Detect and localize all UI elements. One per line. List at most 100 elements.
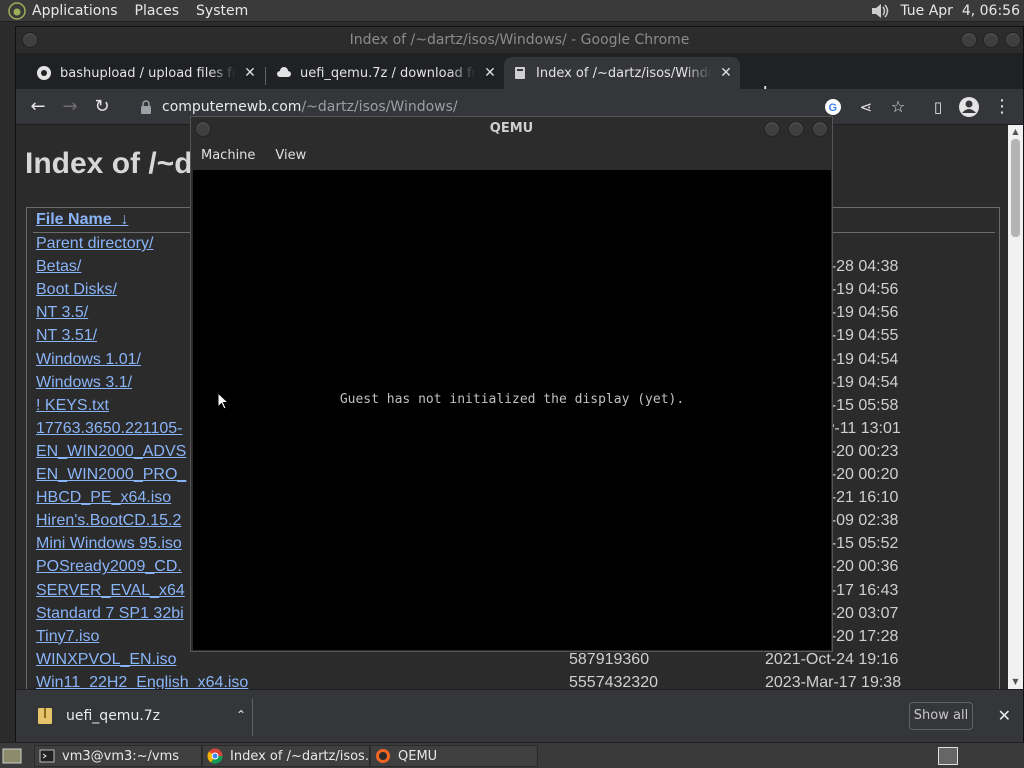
file-link[interactable]: EN_WIN2000_PRO_ [36,466,186,484]
bottom-taskbar: vm3@vm3:~/vms Index of /~dartz/isos... Q… [0,742,1024,768]
file-size: 5557432320 [569,673,658,689]
gnome-foot-icon[interactable] [8,1,26,20]
minimize-button[interactable] [961,32,977,48]
tab-title: bashupload / upload files from [60,65,236,81]
terminal-icon [39,749,55,763]
download-item[interactable]: uefi_qemu.7z ⌃ [24,696,252,736]
taskbar-item-qemu[interactable]: QEMU [370,745,538,767]
taskbar-item-terminal[interactable]: vm3@vm3:~/vms [34,745,202,767]
file-link[interactable]: Parent directory/ [36,235,153,253]
scroll-up-arrow-icon[interactable]: ▲ [1008,125,1023,139]
scrollbar-thumb[interactable] [1011,139,1020,237]
maximize-button[interactable] [983,32,999,48]
taskbar-item-label: vm3@vm3:~/vms [62,748,180,764]
file-date: 2021-Oct-24 19:16 [765,650,899,668]
places-menu[interactable]: Places [135,3,180,19]
tab-bashupload[interactable]: bashupload / upload files from ✕ [28,57,264,89]
url-path: /~dartz/isos/Windows/ [301,99,458,115]
file-link[interactable]: Standard 7 SP1 32bi [36,605,184,623]
file-link[interactable]: POSready2009_CD. [36,558,182,576]
file-link[interactable]: SERVER_EVAL_x64 [36,582,185,600]
file-link[interactable]: Mini Windows 95.iso [36,535,182,553]
google-icon[interactable]: G [824,98,842,116]
file-link[interactable]: Betas/ [36,258,81,276]
cloud-icon [277,67,291,77]
file-link[interactable]: HBCD_PE_x64.iso [36,489,171,507]
qemu-guest-display[interactable]: Guest has not initialized the display (y… [193,170,831,650]
tab-index-of[interactable]: Index of /~dartz/isos/Window ✕ [504,57,740,89]
qemu-window: QEMU Machine View Guest has not initiali… [190,116,833,652]
show-desktop-icon[interactable] [2,747,22,765]
qemu-titlebar[interactable]: QEMU [191,117,832,141]
download-separator [252,698,253,736]
table-row: Win11_22H2_English_x64.iso 5557432320 2023… [27,674,999,689]
kebab-menu-icon[interactable]: ⋮ [990,95,1014,119]
file-link[interactable]: WINXPVOL_EN.iso [36,651,176,669]
clock[interactable]: Tue Apr 4, 06:56 [900,3,1020,19]
file-link[interactable]: NT 3.5/ [36,304,88,322]
applications-menu[interactable]: Applications [32,3,118,19]
file-link[interactable]: EN_WIN2000_ADVS [36,443,186,461]
machine-menu[interactable]: Machine [191,148,265,163]
chrome-icon [207,748,223,764]
file-link[interactable]: Win11_22H2_English_x64.iso [36,674,248,689]
page-scrollbar[interactable]: ▲ ▼ [1008,125,1023,689]
show-all-button[interactable]: Show all [909,702,973,730]
bookmark-star-icon[interactable]: ☆ [886,95,910,119]
scroll-down-arrow-icon[interactable]: ▼ [1008,675,1023,689]
window-title: Index of /~dartz/isos/Windows/ - Google … [349,32,690,48]
view-menu[interactable]: View [265,148,316,163]
panel-right-area: Tue Apr 4, 06:56 [870,0,1020,22]
back-button[interactable]: ← [26,95,50,119]
forward-button[interactable]: → [58,95,82,119]
qemu-window-menu-button[interactable] [195,121,211,137]
profile-avatar-icon[interactable] [958,96,980,118]
qemu-minimize-button[interactable] [764,121,780,137]
download-bar: uefi_qemu.7z ⌃ Show all ✕ [16,689,1023,743]
chrome-titlebar[interactable]: Index of /~dartz/isos/Windows/ - Google … [16,27,1023,53]
reload-button[interactable]: ↻ [90,95,114,119]
server-icon [515,67,525,79]
volume-icon[interactable] [870,2,890,20]
taskbar-item-label: Index of /~dartz/isos... [230,748,370,764]
close-icon[interactable]: ✕ [718,65,734,81]
tab-separator [265,67,266,85]
table-row: WINXPVOL_EN.iso 587919360 2021-Oct-24 19:1… [27,651,999,674]
top-panel: Applications Places System Tue Apr 4, 06… [0,0,1024,22]
svg-text:G: G [829,102,838,114]
taskbar-item-label: QEMU [398,748,438,764]
file-link[interactable]: ! KEYS.txt [36,397,109,415]
tab-title: uefi_qemu.7z / download from [300,65,476,81]
column-header-file-name[interactable]: File Name ↓ [36,211,128,229]
file-link[interactable]: Windows 3.1/ [36,374,132,392]
file-link[interactable]: NT 3.51/ [36,327,97,345]
url-host: computernewb.com [162,99,302,115]
file-link[interactable]: Tiny7.iso [36,628,99,646]
tab-title: Index of /~dartz/isos/Window [536,65,712,81]
file-link[interactable]: 17763.3650.221105- [36,420,183,438]
file-link[interactable]: Hiren's.BootCD.15.2 [36,512,181,530]
chevron-up-icon[interactable]: ⌃ [236,708,246,722]
qemu-maximize-button[interactable] [788,121,804,137]
tab-strip: bashupload / upload files from ✕ uefi_qe… [16,53,1023,105]
side-panel-icon[interactable]: ▯ [926,95,950,119]
close-icon[interactable]: ✕ [482,65,498,81]
taskbar-item-chrome[interactable]: Index of /~dartz/isos... [202,745,370,767]
file-size: 587919360 [569,650,650,668]
file-link[interactable]: Windows 1.01/ [36,351,141,369]
file-link[interactable]: Boot Disks/ [36,281,117,299]
lock-icon[interactable] [140,100,152,114]
system-menu[interactable]: System [196,3,248,19]
qemu-menubar: Machine View [191,141,832,169]
close-icon[interactable]: ✕ [998,706,1011,725]
bashupload-icon [37,66,51,80]
workspace-switcher[interactable] [938,747,958,765]
share-icon[interactable]: ⋖ [854,95,878,119]
download-file-name: uefi_qemu.7z [66,708,161,724]
close-window-button[interactable] [1005,32,1021,48]
qemu-icon [376,749,390,763]
qemu-close-button[interactable] [812,121,828,137]
tab-uefi-download[interactable]: uefi_qemu.7z / download from ✕ [268,57,504,89]
window-menu-button[interactable] [22,32,38,48]
close-icon[interactable]: ✕ [242,65,258,81]
